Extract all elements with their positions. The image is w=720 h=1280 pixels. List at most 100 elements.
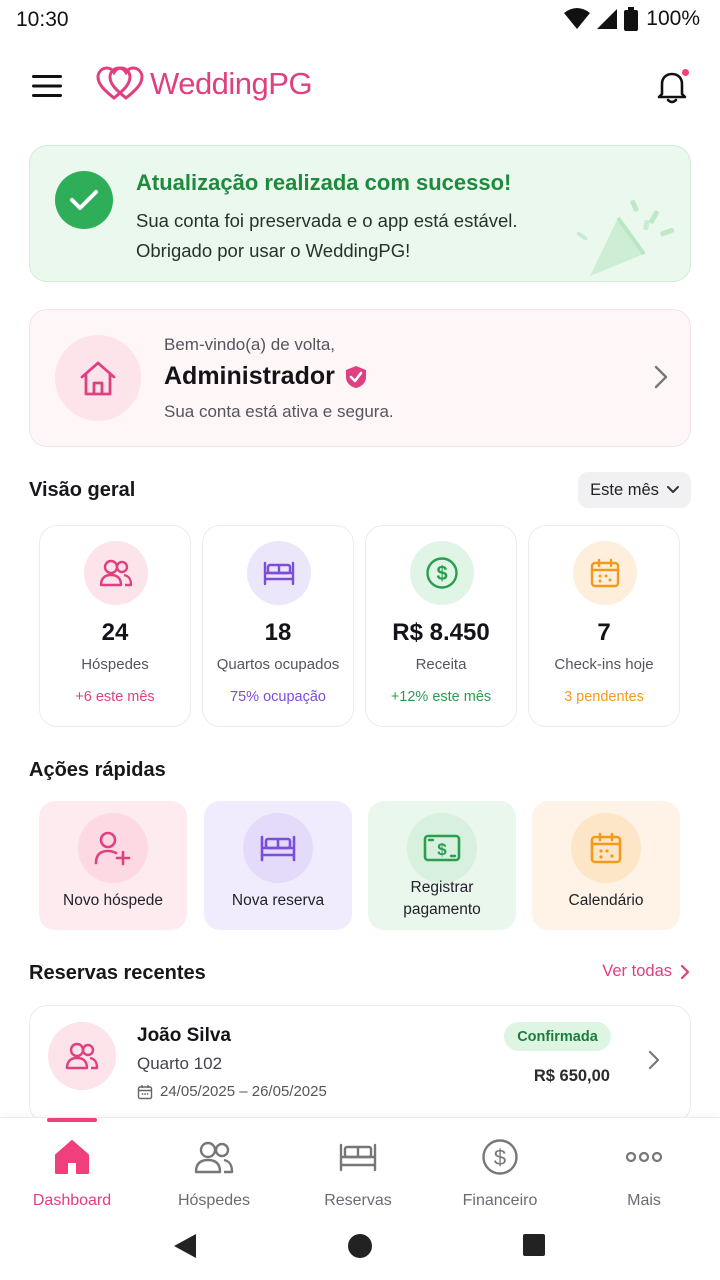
nav-label: Hóspedes [177, 1192, 251, 1209]
stat-value: R$ 8.450 [392, 619, 490, 646]
recents-icon[interactable] [522, 1233, 546, 1257]
check-circle-icon [55, 171, 113, 229]
nav-label: Financeiro [462, 1192, 538, 1209]
cash-icon: $ [407, 813, 477, 883]
see-all-label: Ver todas [602, 962, 672, 980]
dollar-icon: $ [428, 1136, 572, 1178]
stat-card-rooms[interactable]: 18 Quartos ocupados 75% ocupação [202, 525, 354, 727]
users-icon [84, 541, 148, 605]
status-badge: Confirmada [504, 1022, 611, 1051]
more-icon [572, 1136, 716, 1178]
booking-room: Quarto 102 [137, 1054, 223, 1073]
stat-value: 24 [101, 619, 129, 646]
notification-dot [681, 68, 690, 77]
nav-label: Dashboard [32, 1192, 112, 1209]
menu-button[interactable] [28, 70, 66, 102]
active-tab-indicator [47, 1118, 97, 1122]
period-select[interactable]: Este mês [578, 472, 691, 508]
chevron-down-icon [666, 486, 679, 493]
stat-card-revenue[interactable]: $ R$ 8.450 Receita +12% este mês [365, 525, 517, 727]
user-name: Administrador [164, 362, 335, 390]
new-booking-button[interactable]: Nova reserva [204, 801, 352, 930]
user-plus-icon [78, 813, 148, 883]
bed-icon [247, 541, 311, 605]
welcome-card[interactable]: Bem-vindo(a) de volta, Administrador Sua… [29, 309, 691, 447]
app-bar: WeddingPG [0, 56, 720, 116]
chevron-right-icon [648, 1050, 660, 1070]
stat-card-checkins[interactable]: 7 Check-ins hoje 3 pendentes [528, 525, 680, 727]
svg-text:$: $ [437, 840, 447, 859]
verified-shield-icon [345, 365, 366, 388]
action-label: Calendário [568, 892, 644, 909]
booking-dates-text: 24/05/2025 – 26/05/2025 [160, 1083, 327, 1100]
status-bar: 10:30 100% [0, 0, 720, 44]
nav-bookings[interactable]: Reservas [286, 1136, 430, 1216]
wifi-icon [564, 8, 591, 29]
stat-note: +6 este mês [75, 689, 155, 705]
status-time: 10:30 [16, 8, 69, 31]
booking-guest-name: João Silva [137, 1025, 231, 1046]
stat-label: Check-ins hoje [554, 656, 654, 673]
chevron-right-icon [654, 365, 668, 389]
nav-guests[interactable]: Hóspedes [142, 1136, 286, 1216]
hamburger-icon [32, 75, 62, 97]
bottom-nav: Dashboard Hóspedes Reservas $ Financeiro… [0, 1117, 720, 1217]
app-logo: WeddingPG [96, 66, 313, 102]
signal-icon [597, 9, 618, 29]
stat-note: +12% este mês [390, 689, 492, 705]
svg-text:$: $ [494, 1145, 506, 1170]
party-popper-icon [576, 199, 674, 276]
stat-label: Hóspedes [81, 656, 149, 673]
battery-icon [624, 7, 639, 31]
dollar-icon: $ [410, 541, 474, 605]
svg-text:$: $ [436, 563, 447, 585]
double-heart-logo-icon [96, 66, 144, 100]
booking-dates: 24/05/2025 – 26/05/2025 [137, 1083, 327, 1100]
action-label-line-2: pagamento [403, 901, 481, 918]
success-title: Atualização realizada com sucesso! [136, 170, 512, 195]
overview-title: Visão geral [29, 479, 136, 501]
period-value: Este mês [590, 480, 659, 499]
stat-card-guests[interactable]: 24 Hóspedes +6 este mês [39, 525, 191, 727]
nav-label: Mais [627, 1192, 661, 1209]
stat-value: 18 [264, 619, 292, 646]
welcome-subtitle: Sua conta está ativa e segura. [164, 402, 394, 421]
house-icon [55, 335, 141, 421]
stat-note: 75% ocupação [230, 689, 326, 705]
calendar-icon [571, 813, 641, 883]
success-line-1: Sua conta foi preservada e o app está es… [136, 210, 518, 231]
app-name: WeddingPG [150, 66, 313, 101]
see-all-link[interactable]: Ver todas [602, 962, 690, 981]
users-icon [48, 1022, 116, 1090]
quick-actions-title: Ações rápidas [29, 759, 166, 781]
back-icon[interactable] [172, 1233, 198, 1259]
action-label: Novo hóspede [63, 892, 163, 909]
action-label: Nova reserva [231, 892, 325, 909]
stat-label: Quartos ocupados [216, 656, 340, 673]
home-icon [0, 1136, 144, 1178]
register-payment-button[interactable]: $ Registrar pagamento [368, 801, 516, 930]
stat-label: Receita [415, 656, 467, 673]
nav-dashboard[interactable]: Dashboard [0, 1136, 144, 1216]
action-label: Registrar pagamento [368, 877, 516, 921]
users-icon [142, 1136, 286, 1178]
stat-note: 3 pendentes [564, 689, 644, 705]
calendar-small-icon [137, 1084, 153, 1099]
booking-price: R$ 650,00 [533, 1067, 610, 1085]
bed-icon [243, 813, 313, 883]
notifications-button[interactable] [652, 66, 692, 106]
home-circle-icon[interactable] [347, 1233, 373, 1259]
nav-label: Reservas [324, 1192, 392, 1209]
action-label-line-1: Registrar [410, 879, 474, 896]
chevron-right-icon [680, 964, 690, 979]
nav-more[interactable]: Mais [572, 1136, 716, 1216]
new-guest-button[interactable]: Novo hóspede [39, 801, 187, 930]
success-line-2: Obrigado por usar o WeddingPG! [136, 240, 411, 261]
system-nav-bar [0, 1217, 720, 1280]
nav-finance[interactable]: $ Financeiro [428, 1136, 572, 1216]
welcome-greeting: Bem-vindo(a) de volta, [164, 335, 336, 354]
calendar-button[interactable]: Calendário [532, 801, 680, 930]
success-banner: Atualização realizada com sucesso! Sua c… [29, 145, 691, 282]
booking-card[interactable]: João Silva Quarto 102 24/05/2025 – 26/05… [29, 1005, 691, 1123]
stat-value: 7 [597, 619, 611, 646]
